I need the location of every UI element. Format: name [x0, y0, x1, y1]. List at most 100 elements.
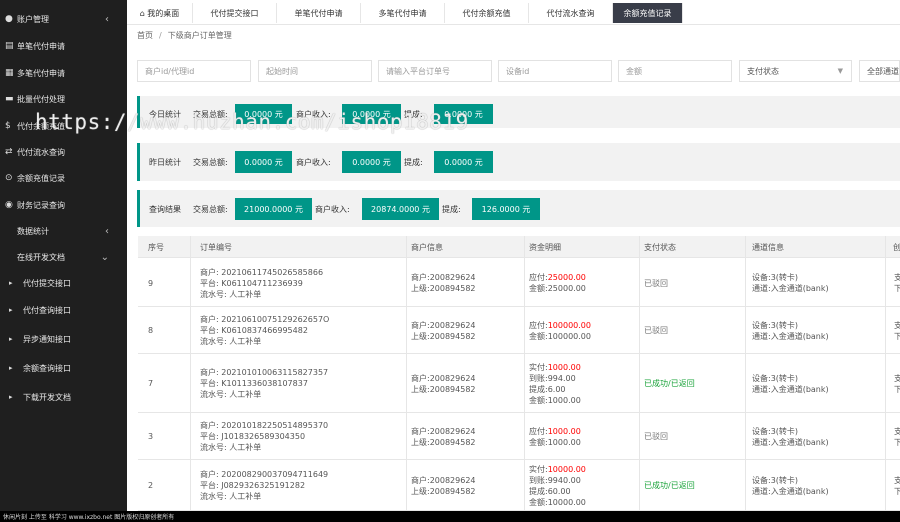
column-header: 通道信息 — [752, 242, 784, 252]
sidebar-item-14[interactable]: ▸ 下载开发文档 — [0, 384, 127, 410]
sidebar-item-5[interactable]: ⇄ 代付流水查询 — [0, 139, 127, 165]
extra-info-line: 下 — [894, 437, 900, 447]
table-row[interactable]: 8 商户: 20210610075129262657O 平台: K061083746… — [138, 307, 900, 354]
funds-value: 25000.00 — [547, 273, 586, 282]
funds-detail: 应付:25000.00 金额:25000.00 — [529, 272, 586, 294]
batch-icon: ▬ — [5, 94, 14, 104]
channel-select[interactable]: 全部通道 — [859, 60, 900, 82]
extra-info-line: 支 — [894, 373, 900, 383]
funds-line: 提成:6.00 — [529, 384, 581, 395]
sidebar-item-9[interactable]: 在线开发文档 ⌄ — [0, 244, 127, 270]
sidebar-item-4[interactable]: $ 代付余额充值 — [0, 113, 127, 139]
funds-label: 金额: — [529, 395, 548, 405]
extra-info: 支下 — [894, 373, 900, 395]
pay-status-select[interactable]: 支付状态 ▼ — [739, 60, 852, 82]
funds-label: 应付: — [529, 320, 548, 330]
order-info-line: 商户: 20210611745026585866 — [200, 267, 324, 277]
channel-info-line: 通道:入金通道(bank) — [752, 331, 829, 341]
breadcrumb-home[interactable]: 首页 — [137, 31, 153, 40]
stack-icon: ▦ — [5, 68, 14, 78]
sidebar-item-11[interactable]: ▸ 代付查询接口 — [0, 297, 127, 323]
caret-icon: ▸ — [9, 393, 13, 401]
tab-bar: ⌂ 我的桌面 代付提交接口 单笔代付申请 多笔代付申请 代付余额充值 代付流水查询 余额充值… — [127, 0, 900, 25]
table-row[interactable]: 2 商户: 20200829003709471164​9 平台: J08293263… — [138, 460, 900, 511]
start-time-input[interactable]: 起始时间 — [258, 60, 372, 82]
extra-info-line: 支 — [894, 273, 900, 282]
sidebar-item-0[interactable]: ● 账户管理 ‹ — [0, 6, 127, 32]
amount-input[interactable]: 金额 — [618, 60, 732, 82]
order-info: 商户: 20200829003709471164​9 平台: J082932632… — [200, 469, 328, 502]
funds-value: 100000.00 — [547, 331, 591, 341]
order-info-line: 流水号: 人工补单 — [200, 492, 262, 501]
sidebar-item-12[interactable]: ▸ 异步通知接口 — [0, 326, 127, 352]
pay-status-value: 支付状态 — [747, 66, 779, 76]
order-info-line: 流水号: 人工补单 — [200, 337, 262, 346]
sidebar-item-label: 数据统计 — [17, 226, 49, 236]
extra-info-line: 支 — [894, 475, 900, 485]
merchant-info-line: 上级:200894582 — [411, 486, 476, 496]
tab-0[interactable]: ⌂ 我的桌面 — [127, 3, 193, 23]
sidebar-item-label: 单笔代付申请 — [17, 41, 65, 51]
tab-1[interactable]: 代付提交接口 — [193, 3, 277, 23]
row-number: 8 — [148, 326, 154, 335]
user-icon: ● — [5, 14, 13, 24]
funds-detail: 实付:1000.00 到账:994.00 提成:6.00 金额:1000.00 — [529, 362, 581, 406]
today-fee-value: 0.0000 元 — [434, 104, 493, 124]
sidebar-item-8[interactable]: 数据统计 ‹ — [0, 218, 127, 244]
column-divider — [639, 236, 640, 511]
sidebar-item-3[interactable]: ▬ 批量代付处理 — [0, 86, 127, 112]
sidebar-item-2[interactable]: ▦ 多笔代付申请 — [0, 60, 127, 86]
sidebar-item-10[interactable]: ▸ 代付提交接口 — [0, 270, 127, 296]
recharge-icon: ⊙ — [5, 173, 13, 183]
extra-info: 支下 — [894, 426, 900, 448]
device-id-input[interactable]: 设备id — [498, 60, 612, 82]
footer-bar: 休闲片刻 上传至 科学习 www.ixzbo.net 图片版权归原创者所有 — [0, 511, 900, 522]
funds-line: 提成:60.00 — [529, 486, 586, 497]
yesterday-total-label: 交易总额: — [193, 158, 228, 167]
funds-label: 金额: — [529, 437, 548, 447]
column-divider — [745, 236, 746, 511]
column-header: 订单编号 — [200, 242, 232, 252]
sidebar-item-6[interactable]: ⊙ 余额充值记录 — [0, 165, 127, 191]
sidebar-item-1[interactable]: ▤ 单笔代付申请 — [0, 33, 127, 59]
tab-2[interactable]: 单笔代付申请 — [277, 3, 361, 23]
order-number-input[interactable]: 请输入平台订单号 — [378, 60, 492, 82]
table-row[interactable]: 7 商户: 20210101006311582735​7 平台: K10113360… — [138, 354, 900, 413]
sidebar-item-13[interactable]: ▸ 余额查询接口 — [0, 355, 127, 381]
tab-3[interactable]: 多笔代付申请 — [361, 3, 445, 23]
channel-info: 设备:3(转卡) 通道:入金通道(bank) — [752, 426, 829, 448]
merchant-info-line: 商户:200829624 — [411, 475, 476, 485]
query-merchant-label: 商户收入: — [315, 205, 350, 214]
funds-line: 到账:994.00 — [529, 373, 581, 384]
merchant-info: 商户:200829624 上级:200894582 — [411, 426, 476, 448]
order-info-line: 平台: J101832658930435​0 — [200, 432, 306, 441]
funds-label: 金额: — [529, 497, 548, 507]
column-header: 序号 — [148, 242, 164, 252]
order-info-line: 流水号: 人工补单 — [200, 443, 262, 452]
caret-icon: ▸ — [9, 279, 13, 287]
merchant-id-input[interactable]: 商户id/代理id — [137, 60, 251, 82]
tab-4[interactable]: 代付余额充值 — [445, 3, 529, 23]
tab-6[interactable]: 余额充值记录 — [613, 3, 683, 23]
tab-5[interactable]: 代付流水查询 — [529, 3, 613, 23]
table-row[interactable]: 9 商户: 20210611745026585866 平台: K0611047112… — [138, 259, 900, 307]
funds-line: 金额:1000.00 — [529, 395, 581, 406]
table-row[interactable]: 3 商户: 20201018225051489537​0 平台: J10183265… — [138, 413, 900, 460]
sidebar-item-7[interactable]: ◉ 财务记录查询 — [0, 192, 127, 218]
channel-info-line: 设备:3(转卡) — [752, 373, 799, 383]
funds-value: 60.00 — [547, 486, 571, 496]
extra-info-line: 支 — [894, 426, 900, 436]
column-header: 创 — [893, 242, 900, 252]
funds-value: 9940.00 — [547, 475, 581, 485]
funds-label: 应付: — [529, 426, 548, 436]
row-number: 9 — [148, 278, 154, 288]
funds-line: 应付:25000.00 — [529, 272, 586, 283]
column-divider — [885, 236, 886, 511]
status-badge: 已驳回 — [644, 326, 668, 335]
order-info: 商户: 20201018225051489537​0 平台: J101832658… — [200, 420, 328, 453]
yesterday-stats: 昨日统计 交易总额: 0.0000 元 商户收入: 0.0000 元 提成: 0… — [137, 143, 900, 181]
flow-icon: ⇄ — [5, 147, 13, 157]
chevron-icon: ‹ — [105, 13, 109, 25]
extra-info-line: 下 — [894, 486, 900, 496]
finance-icon: ◉ — [5, 200, 13, 210]
